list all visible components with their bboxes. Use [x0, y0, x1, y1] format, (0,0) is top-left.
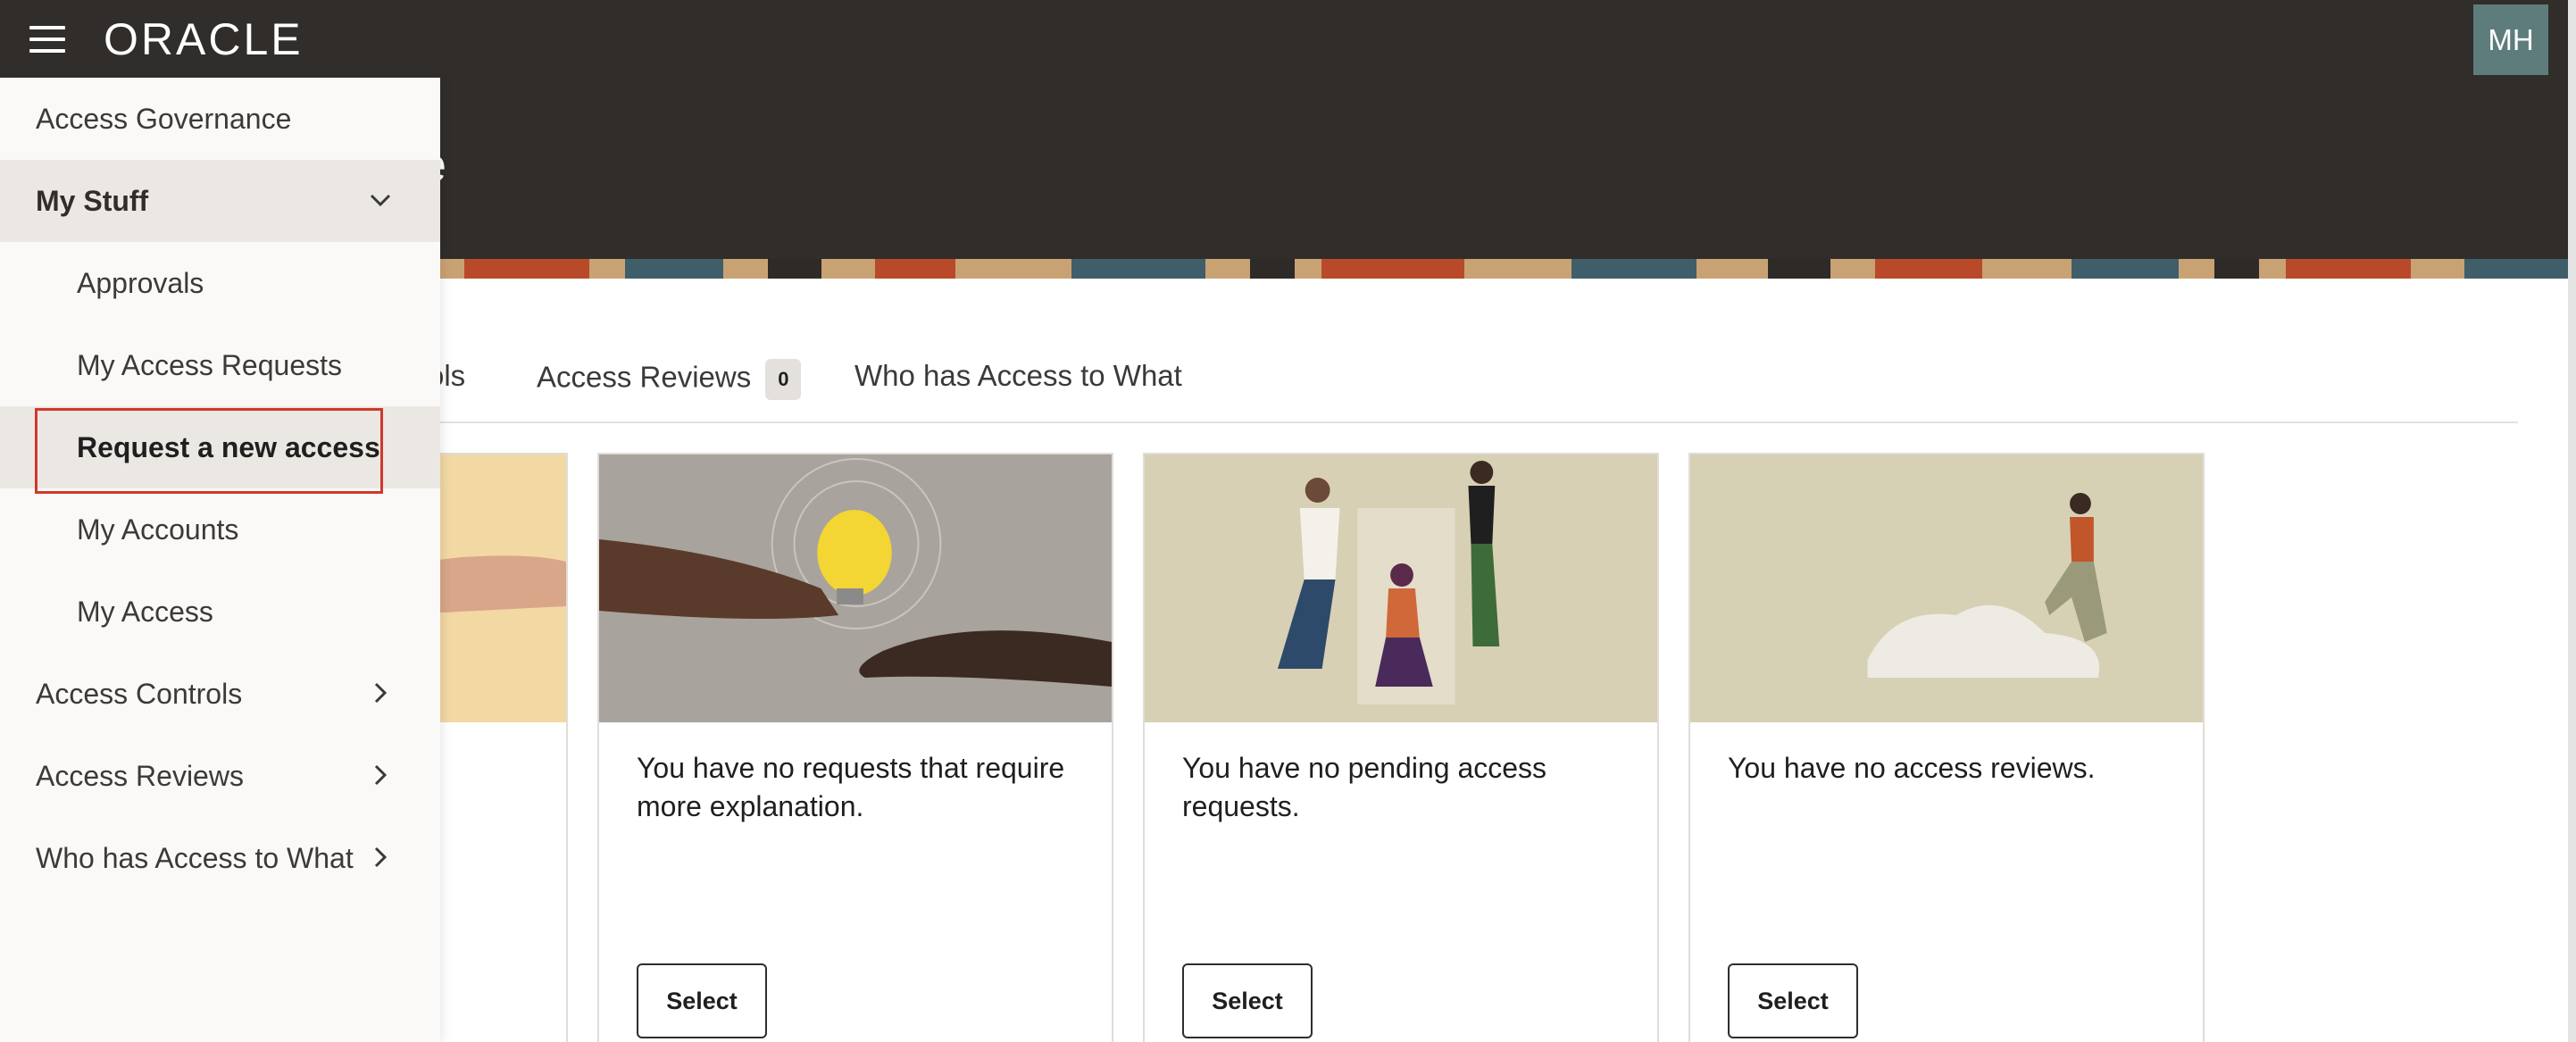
select-button[interactable]: Select [637, 963, 767, 1038]
nav-item-who-has-access[interactable]: Who has Access to What [0, 817, 440, 899]
tab-label: Access Reviews [537, 360, 752, 394]
nav-item-my-stuff[interactable]: My Stuff [0, 160, 440, 242]
nav-item-label: Access Controls [36, 677, 243, 710]
count-badge: 0 [765, 359, 802, 400]
tab-access-reviews[interactable]: Access Reviews 0 [537, 359, 802, 400]
user-avatar[interactable]: MH [2473, 4, 2548, 75]
nav-item-label: My Access Requests [77, 348, 342, 381]
card-explanations: You have no requests that require more e… [597, 453, 1113, 1042]
nav-item-my-accounts[interactable]: My Accounts [0, 488, 440, 571]
nav-item-label: My Accounts [77, 513, 239, 546]
chevron-down-icon [370, 194, 391, 207]
card-text: You have no access reviews. [1728, 752, 2096, 784]
card-pending-requests: You have no pending access requests. Sel… [1143, 453, 1659, 1042]
nav-item-approvals[interactable]: Approvals [0, 242, 440, 324]
hamburger-menu-icon[interactable] [29, 26, 65, 53]
tab-label: Who has Access to What [854, 359, 1182, 392]
nav-item-label: My Access [77, 595, 213, 628]
card-access-reviews: You have no access reviews. Select [1688, 453, 2205, 1042]
card-text: You have no pending access requests. [1182, 752, 1547, 822]
tab-who-has-access[interactable]: Who has Access to What [854, 359, 1182, 393]
top-bar: ORACLE MH [0, 0, 2568, 78]
chevron-right-icon [374, 846, 388, 868]
oracle-logo: ORACLE [104, 14, 304, 64]
nav-item-label: Who has Access to What [36, 841, 354, 874]
select-button[interactable]: Select [1728, 963, 1858, 1038]
hands-passing-lightbulb-illustration [599, 454, 1112, 722]
nav-item-my-access-requests[interactable]: My Access Requests [0, 324, 440, 406]
nav-item-access-governance[interactable]: Access Governance [0, 78, 440, 160]
chevron-right-icon [374, 682, 388, 704]
nav-item-access-reviews[interactable]: Access Reviews [0, 735, 440, 817]
nav-item-label: My Stuff [36, 184, 149, 217]
person-climbing-illustration [1690, 454, 2203, 722]
people-collaborating-illustration [1145, 454, 1657, 722]
nav-item-request-new-access[interactable]: Request a new access [0, 406, 440, 488]
navigation-drawer: Access Governance My Stuff Approvals My … [0, 78, 440, 1042]
card-text: You have no requests that require more e… [637, 752, 1065, 822]
nav-item-label: Approvals [77, 266, 204, 299]
nav-item-access-controls[interactable]: Access Controls [0, 653, 440, 735]
select-button[interactable]: Select [1182, 963, 1313, 1038]
nav-item-label: Access Governance [36, 102, 292, 135]
chevron-right-icon [374, 764, 388, 786]
nav-item-label: Request a new access [77, 430, 380, 463]
nav-item-my-access[interactable]: My Access [0, 571, 440, 653]
nav-item-label: Access Reviews [36, 759, 244, 792]
window-edge [2568, 0, 2576, 1042]
